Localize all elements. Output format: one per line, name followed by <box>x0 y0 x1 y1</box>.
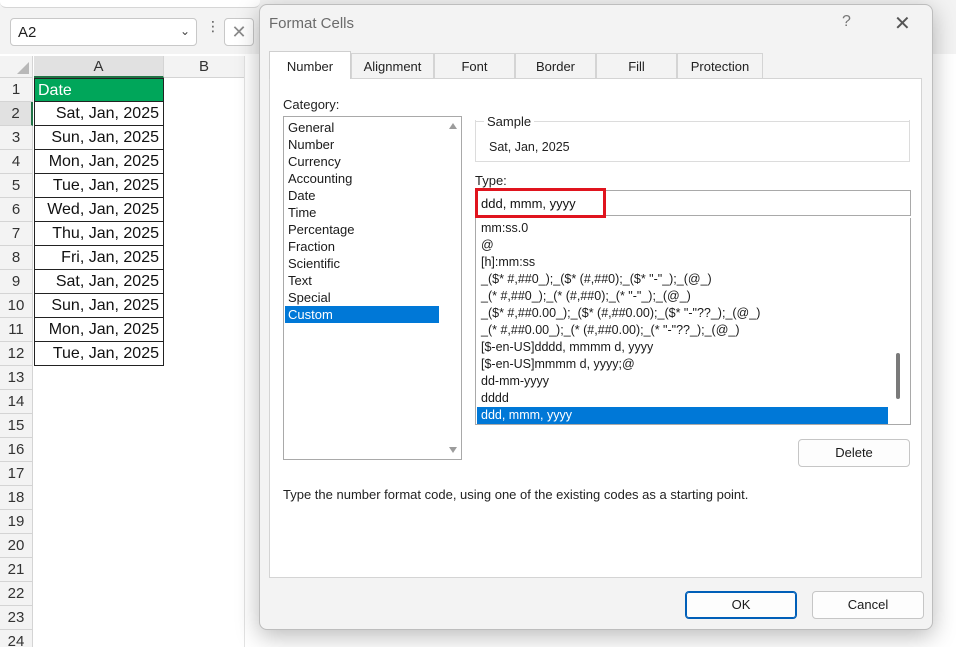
scroll-up-icon[interactable] <box>449 123 457 129</box>
row-header[interactable]: 18 <box>0 486 33 510</box>
category-item[interactable]: Date <box>285 187 439 204</box>
row-header[interactable]: 3 <box>0 126 33 150</box>
row-header[interactable]: 4 <box>0 150 33 174</box>
ok-button[interactable]: OK <box>685 591 797 619</box>
close-icon[interactable]: ✕ <box>894 11 911 36</box>
date-cell[interactable]: Tue, Jan, 2025 <box>34 342 164 366</box>
format-code-item[interactable]: _(* #,##0_);_(* (#,##0);_(* "-"_);_(@_) <box>477 288 888 305</box>
category-item[interactable]: Text <box>285 272 439 289</box>
tab-number[interactable]: Number <box>269 51 351 79</box>
column-header-a[interactable]: A <box>34 56 164 78</box>
row-header[interactable]: 24 <box>0 630 33 647</box>
row-header[interactable]: 21 <box>0 558 33 582</box>
format-code-item[interactable]: dddd <box>477 390 888 407</box>
delete-button[interactable]: Delete <box>798 439 910 467</box>
format-code-item[interactable]: _($* #,##0.00_);_($* (#,##0.00);_($* "-"… <box>477 305 888 322</box>
row-header[interactable]: 15 <box>0 414 33 438</box>
format-code-item[interactable]: _($* #,##0_);_($* (#,##0);_($* "-"_);_(@… <box>477 271 888 288</box>
category-item[interactable]: Percentage <box>285 221 439 238</box>
date-cell[interactable]: Fri, Jan, 2025 <box>34 246 164 270</box>
formula-cancel-button[interactable]: ✕ <box>224 18 254 46</box>
dialog-title: Format Cells <box>269 15 355 32</box>
name-box[interactable]: A2 ⌄ <box>10 18 197 46</box>
row-header[interactable]: 20 <box>0 534 33 558</box>
cancel-button[interactable]: Cancel <box>812 591 924 619</box>
row-header[interactable]: 5 <box>0 174 33 198</box>
row-header[interactable]: 23 <box>0 606 33 630</box>
row-header[interactable]: 16 <box>0 438 33 462</box>
scroll-thumb[interactable] <box>896 353 900 399</box>
row-header[interactable]: 13 <box>0 366 33 390</box>
format-code-item[interactable]: @ <box>477 237 888 254</box>
row-header[interactable]: 8 <box>0 246 33 270</box>
date-cell[interactable]: Thu, Jan, 2025 <box>34 222 164 246</box>
help-icon[interactable]: ? <box>842 13 851 31</box>
type-input[interactable] <box>475 190 911 216</box>
category-item[interactable]: Fraction <box>285 238 439 255</box>
gridline <box>244 56 245 647</box>
format-code-item[interactable]: [$-en-US]dddd, mmmm d, yyyy <box>477 339 888 356</box>
format-code-list[interactable]: mm:ss.0 @ [h]:mm:ss _($* #,##0_);_($* (#,##… <box>475 218 911 425</box>
row-header[interactable]: 22 <box>0 582 33 606</box>
category-item[interactable]: Time <box>285 204 439 221</box>
row-header[interactable]: 10 <box>0 294 33 318</box>
row-header[interactable]: 7 <box>0 222 33 246</box>
row-header[interactable]: 12 <box>0 342 33 366</box>
row-header[interactable]: 17 <box>0 462 33 486</box>
format-cells-dialog: Format Cells ? ✕ Number Alignment Font B… <box>259 4 933 630</box>
category-list[interactable]: General Number Currency Accounting Date Time P… <box>283 116 462 460</box>
row-header[interactable]: 2 <box>0 102 33 126</box>
date-cell[interactable]: Mon, Jan, 2025 <box>34 150 164 174</box>
category-item[interactable]: Special <box>285 289 439 306</box>
tab-alignment[interactable]: Alignment <box>351 53 434 79</box>
row-header[interactable]: 19 <box>0 510 33 534</box>
scroll-down-icon[interactable] <box>449 447 457 453</box>
format-code-item[interactable]: _(* #,##0.00_);_(* (#,##0.00);_(* "-"??_… <box>477 322 888 339</box>
sample-value: Sat, Jan, 2025 <box>489 140 570 154</box>
hint-text: Type the number format code, using one o… <box>283 487 749 502</box>
row-header[interactable]: 1 <box>0 78 33 102</box>
date-cell[interactable]: Mon, Jan, 2025 <box>34 318 164 342</box>
category-item[interactable]: Scientific <box>285 255 439 272</box>
more-options-icon[interactable]: ⋮ <box>206 19 220 33</box>
date-cell[interactable]: Sun, Jan, 2025 <box>34 294 164 318</box>
date-cell[interactable]: Sat, Jan, 2025 <box>34 102 164 126</box>
format-code-item[interactable]: [h]:mm:ss <box>477 254 888 271</box>
category-item[interactable]: Number <box>285 136 439 153</box>
category-item[interactable]: Currency <box>285 153 439 170</box>
number-tab-panel: Category: General Number Currency Accountin… <box>269 78 922 578</box>
ribbon-edge <box>0 0 260 8</box>
tab-border[interactable]: Border <box>515 53 596 79</box>
date-cell[interactable]: Wed, Jan, 2025 <box>34 198 164 222</box>
row-header[interactable]: 9 <box>0 270 33 294</box>
category-item[interactable]: Custom <box>285 306 439 323</box>
tab-protection[interactable]: Protection <box>677 53 763 79</box>
column-header-b[interactable]: B <box>164 56 245 78</box>
row-header[interactable]: 6 <box>0 198 33 222</box>
name-box-value: A2 <box>18 23 37 41</box>
chevron-down-icon[interactable]: ⌄ <box>180 24 190 38</box>
row-header[interactable]: 14 <box>0 390 33 414</box>
category-item[interactable]: General <box>285 119 439 136</box>
category-label: Category: <box>283 97 340 112</box>
format-code-item[interactable]: [$-en-US]mmmm d, yyyy;@ <box>477 356 888 373</box>
date-cell[interactable]: Tue, Jan, 2025 <box>34 174 164 198</box>
tab-font[interactable]: Font <box>434 53 515 79</box>
format-code-item[interactable]: mm:ss.0 <box>477 220 888 237</box>
sample-label: Sample <box>484 114 535 129</box>
type-label: Type: <box>475 173 507 188</box>
row-header[interactable]: 11 <box>0 318 33 342</box>
date-cell[interactable]: Sat, Jan, 2025 <box>34 270 164 294</box>
category-scrollbar[interactable] <box>445 117 461 459</box>
format-list-scrollbar[interactable] <box>888 218 910 424</box>
category-item[interactable]: Accounting <box>285 170 439 187</box>
header-cell-date[interactable]: Date <box>34 78 164 102</box>
date-cell[interactable]: Sun, Jan, 2025 <box>34 126 164 150</box>
format-code-item[interactable]: dd-mm-yyyy <box>477 373 888 390</box>
select-all-corner[interactable] <box>0 56 33 78</box>
tab-fill[interactable]: Fill <box>596 53 677 79</box>
format-code-item[interactable]: ddd, mmm, yyyy <box>477 407 888 424</box>
